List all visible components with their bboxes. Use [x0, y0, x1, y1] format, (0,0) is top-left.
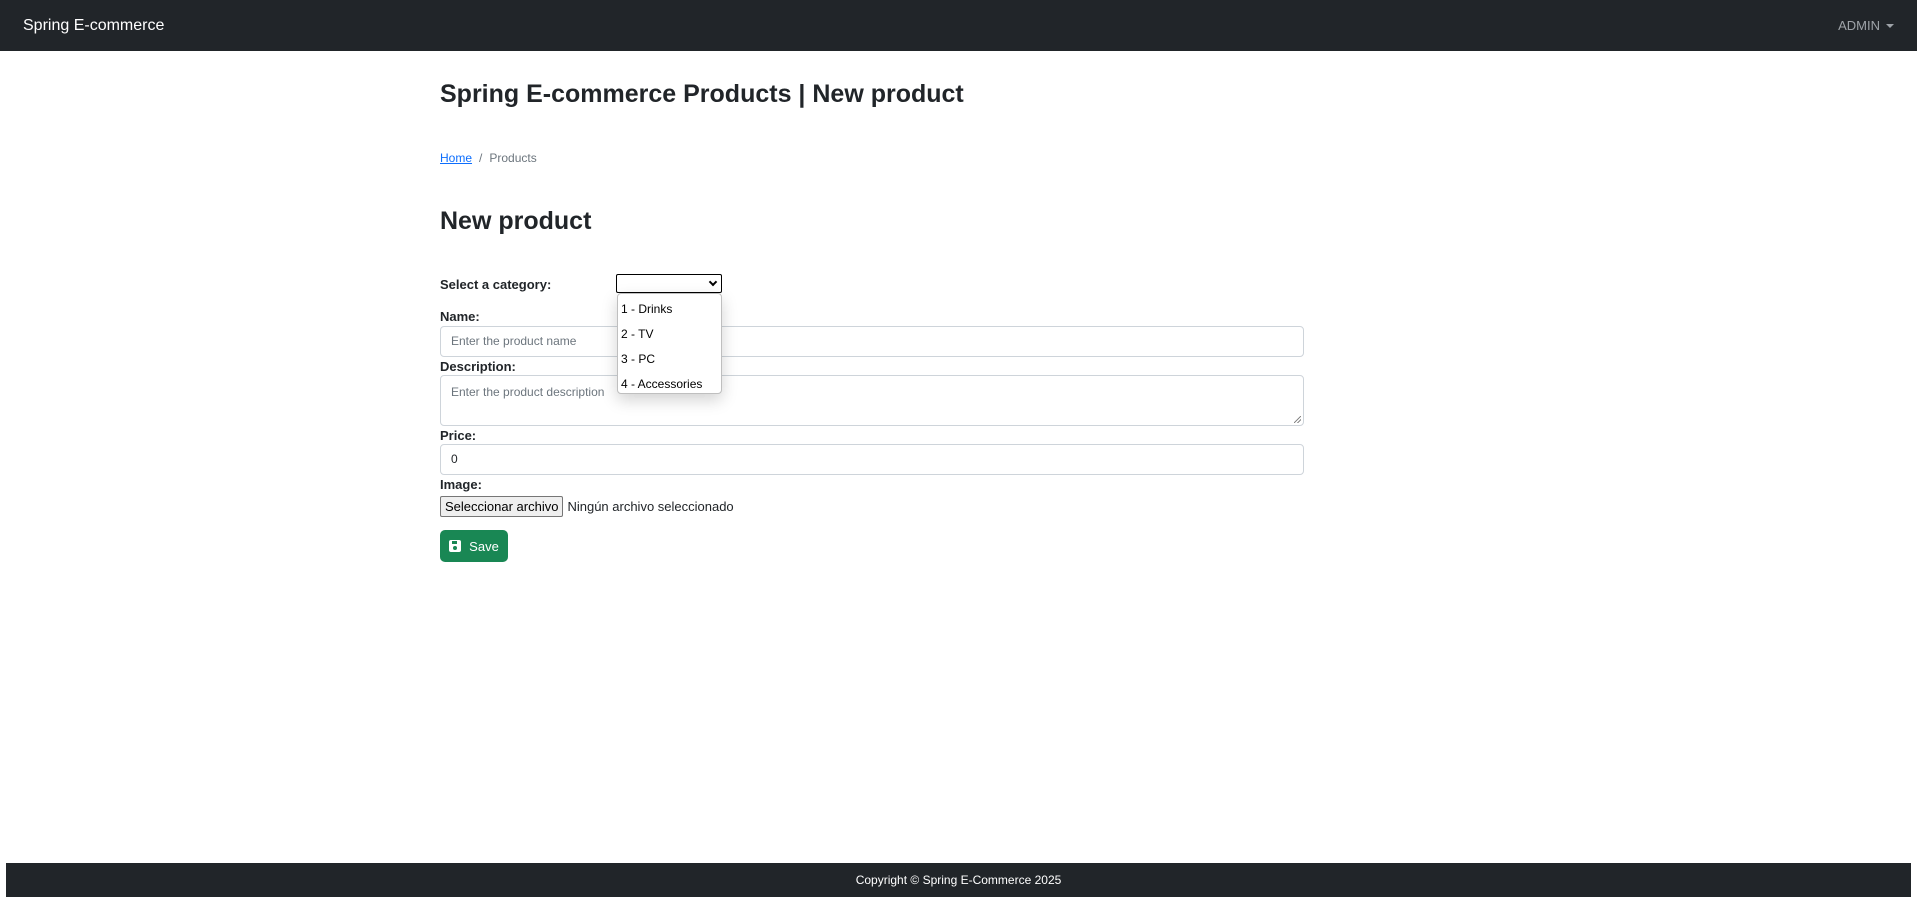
- category-option[interactable]: 2 - TV: [618, 322, 721, 347]
- top-navbar: Spring E-commerce ADMIN: [0, 0, 1917, 51]
- category-option[interactable]: 3 - PC: [618, 347, 721, 372]
- category-option[interactable]: 1 - Drinks: [618, 297, 721, 322]
- category-select[interactable]: [616, 274, 722, 293]
- category-label: Select a category:: [440, 277, 552, 292]
- breadcrumb: Home / Products: [440, 150, 537, 166]
- breadcrumb-current: Products: [489, 151, 537, 165]
- description-placeholder: Enter the product description: [451, 385, 605, 399]
- footer: Copyright © Spring E-Commerce 2025: [6, 863, 1911, 897]
- description-textarea[interactable]: Enter the product description: [440, 375, 1304, 426]
- resize-handle-icon[interactable]: [1294, 416, 1301, 423]
- chevron-down-icon: [708, 277, 718, 287]
- admin-dropdown[interactable]: ADMIN: [1838, 18, 1894, 33]
- category-dropdown-list: 1 - Drinks 2 - TV 3 - PC 4 - Accessories: [617, 293, 722, 394]
- form-heading: New product: [440, 207, 592, 235]
- price-input[interactable]: 0: [440, 444, 1304, 475]
- save-button[interactable]: Save: [440, 530, 508, 562]
- breadcrumb-separator: /: [479, 151, 483, 165]
- floppy-disk-icon: [449, 540, 462, 552]
- caret-down-icon: [1886, 23, 1894, 28]
- breadcrumb-home-link[interactable]: Home: [440, 150, 472, 166]
- name-input[interactable]: Enter the product name: [440, 326, 1304, 357]
- price-label: Price:: [440, 428, 477, 443]
- save-button-label: Save: [469, 538, 499, 554]
- image-file-input: Seleccionar archivo Ningún archivo selec…: [440, 496, 734, 517]
- page-title: Spring E-commerce Products | New product: [440, 80, 964, 108]
- name-label: Name:: [440, 309, 480, 324]
- admin-label: ADMIN: [1838, 18, 1880, 33]
- copyright-text: Copyright © Spring E-Commerce 2025: [855, 873, 1062, 887]
- category-option[interactable]: 4 - Accessories: [618, 372, 721, 397]
- description-label: Description:: [440, 359, 516, 374]
- image-label: Image:: [440, 477, 482, 492]
- choose-file-button[interactable]: Seleccionar archivo: [440, 496, 564, 517]
- brand-link[interactable]: Spring E-commerce: [23, 17, 164, 35]
- file-status-text: Ningún archivo seleccionado: [567, 499, 734, 514]
